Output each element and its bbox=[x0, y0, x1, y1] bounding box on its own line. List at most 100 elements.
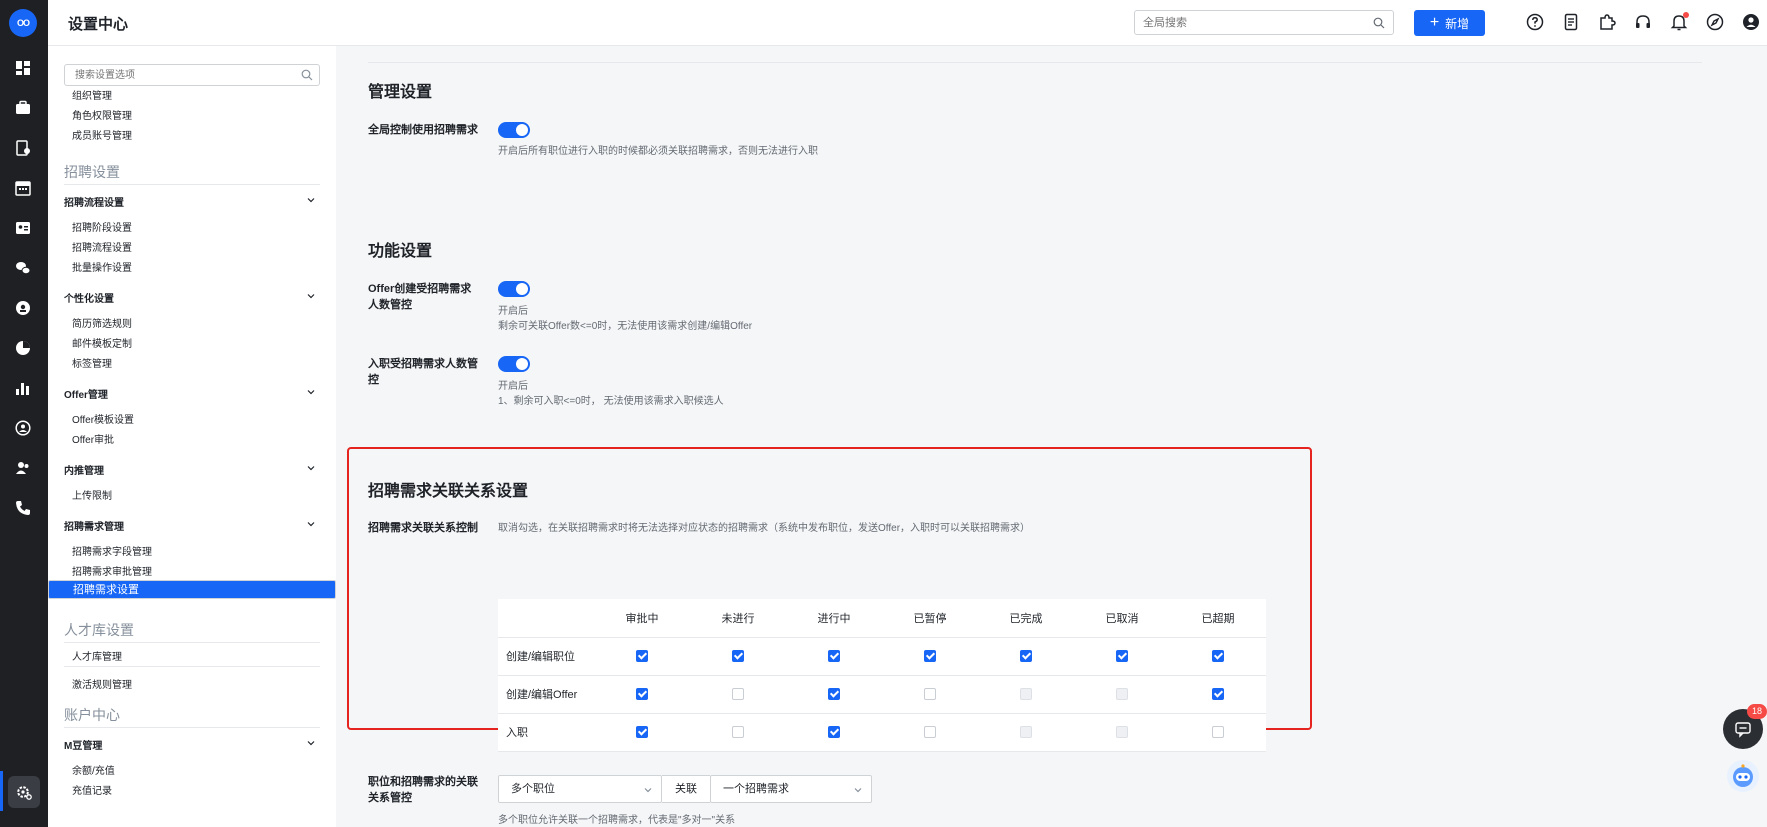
sidebar-item-tags[interactable]: 标签管理 bbox=[72, 355, 112, 370]
recruit-icon[interactable] bbox=[14, 299, 32, 317]
checkbox-checked[interactable] bbox=[1116, 650, 1128, 663]
plugin-icon[interactable] bbox=[1598, 13, 1616, 31]
checkbox-checked[interactable] bbox=[636, 688, 648, 701]
global-search[interactable] bbox=[1134, 10, 1394, 35]
sidebar-item-filter[interactable]: 简历筛选规则 bbox=[72, 315, 132, 330]
offer-control-toggle[interactable] bbox=[498, 281, 530, 297]
document-icon[interactable] bbox=[1562, 13, 1580, 31]
section-account: 账户中心 bbox=[64, 707, 120, 723]
checkbox-checked[interactable] bbox=[636, 726, 648, 739]
matrix-header-row: 审批中 未进行 进行中 已暂停 已完成 已取消 已超期 bbox=[498, 599, 1266, 638]
chevron-down-icon bbox=[307, 198, 315, 203]
checkbox-unchecked[interactable] bbox=[924, 726, 936, 739]
sidebar-item-org[interactable]: 组织管理 bbox=[72, 87, 112, 102]
checkbox-checked[interactable] bbox=[828, 688, 840, 701]
help-icon[interactable] bbox=[1526, 13, 1544, 31]
checkbox-unchecked[interactable] bbox=[732, 688, 744, 701]
phone-icon[interactable] bbox=[14, 499, 32, 517]
sidebar-item-activation[interactable]: 激活规则管理 bbox=[72, 676, 132, 691]
group-recruit-flow[interactable]: 招聘流程设置 bbox=[64, 194, 320, 209]
checkbox-checked[interactable] bbox=[1212, 688, 1224, 701]
new-button[interactable]: + 新增 bbox=[1414, 10, 1485, 36]
sidebar-item-recharge-log[interactable]: 充值记录 bbox=[72, 782, 112, 797]
matrix-cell bbox=[978, 713, 1074, 752]
group-mbean[interactable]: M豆管理 bbox=[64, 737, 320, 752]
sidebar-item-batch[interactable]: 批量操作设置 bbox=[72, 259, 132, 274]
checkbox-checked[interactable] bbox=[828, 650, 840, 663]
sidebar-item-balance[interactable]: 余额/充值 bbox=[72, 762, 115, 777]
sidebar-item-flow[interactable]: 招聘流程设置 bbox=[72, 239, 132, 254]
wechat-icon[interactable] bbox=[14, 259, 32, 277]
sidebar-item-upload-limit[interactable]: 上传限制 bbox=[72, 487, 112, 502]
column-header: 已超期 bbox=[1170, 599, 1266, 638]
dashboard-icon[interactable] bbox=[14, 59, 32, 77]
select-value: 一个招聘需求 bbox=[723, 783, 789, 795]
position-count-select[interactable]: 多个职位 bbox=[498, 775, 662, 803]
hire-control-toggle[interactable] bbox=[498, 356, 530, 372]
row-label: 创建/编辑Offer bbox=[498, 675, 594, 714]
link-control-desc: 多个职位允许关联一个招聘需求，代表是"多对一"关系 bbox=[498, 815, 736, 826]
settings-icon[interactable] bbox=[15, 783, 33, 801]
user-icon[interactable] bbox=[1742, 13, 1760, 31]
group-referral[interactable]: 内推管理 bbox=[64, 462, 320, 477]
checkbox-unchecked[interactable] bbox=[732, 726, 744, 739]
group-offer[interactable]: Offer管理 bbox=[64, 386, 320, 401]
chevron-down-icon bbox=[307, 390, 315, 395]
notification-icon[interactable] bbox=[1670, 12, 1689, 31]
pie-chart-icon[interactable] bbox=[14, 339, 32, 357]
sidebar-item-offer-template[interactable]: Offer模板设置 bbox=[72, 411, 134, 426]
assistant-bot[interactable] bbox=[1727, 760, 1759, 792]
checkbox-unchecked[interactable] bbox=[924, 688, 936, 701]
icon-rail: OO bbox=[0, 0, 48, 827]
briefcase-icon[interactable] bbox=[14, 99, 32, 117]
section-divider bbox=[64, 184, 320, 185]
checkbox-checked[interactable] bbox=[1212, 650, 1224, 663]
resume-icon[interactable] bbox=[14, 139, 32, 157]
sidebar-item-roles[interactable]: 角色权限管理 bbox=[72, 107, 132, 122]
compass-icon[interactable] bbox=[1706, 13, 1724, 31]
relation-control-label: 招聘需求关联关系控制 bbox=[368, 522, 478, 534]
chat-badge: 18 bbox=[1747, 704, 1767, 719]
group-personalize[interactable]: 个性化设置 bbox=[64, 290, 320, 305]
checkbox-checked[interactable] bbox=[636, 650, 648, 663]
global-search-input[interactable] bbox=[1135, 11, 1355, 34]
search-icon[interactable] bbox=[1373, 17, 1385, 29]
group-label: 内推管理 bbox=[64, 466, 104, 477]
sidebar-search-input[interactable] bbox=[65, 65, 285, 85]
hire-control-desc-1: 开启后 bbox=[498, 381, 528, 392]
sidebar-item-demand-fields[interactable]: 招聘需求字段管理 bbox=[72, 543, 152, 558]
app-logo[interactable]: OO bbox=[9, 9, 37, 37]
chat-button[interactable]: 18 bbox=[1723, 704, 1767, 749]
matrix-cell bbox=[882, 713, 978, 752]
headset-icon[interactable] bbox=[1634, 13, 1652, 31]
demand-count-select[interactable]: 一个招聘需求 bbox=[710, 775, 872, 803]
person-circle-icon[interactable] bbox=[14, 419, 32, 437]
group-demand[interactable]: 招聘需求管理 bbox=[64, 518, 320, 533]
group-label: 招聘流程设置 bbox=[64, 198, 124, 209]
sidebar-item-mail[interactable]: 邮件模板定制 bbox=[72, 335, 132, 350]
calendar-icon[interactable] bbox=[14, 179, 32, 197]
row-label: 入职 bbox=[498, 713, 594, 752]
users-icon[interactable] bbox=[14, 459, 32, 477]
sidebar-search[interactable] bbox=[64, 64, 320, 86]
search-icon[interactable] bbox=[301, 69, 313, 81]
checkbox-checked[interactable] bbox=[1020, 650, 1032, 663]
column-header: 已取消 bbox=[1074, 599, 1170, 638]
sidebar-item-members[interactable]: 成员账号管理 bbox=[72, 127, 132, 142]
global-control-toggle[interactable] bbox=[498, 122, 530, 138]
checkbox-checked[interactable] bbox=[924, 650, 936, 663]
sidebar-item-stage[interactable]: 招聘阶段设置 bbox=[72, 219, 132, 234]
sidebar-item-demand-settings[interactable]: 招聘需求设置 bbox=[48, 580, 336, 599]
checkbox-unchecked[interactable] bbox=[1212, 726, 1224, 739]
bar-chart-icon[interactable] bbox=[14, 379, 32, 397]
id-card-icon[interactable] bbox=[14, 219, 32, 237]
matrix-cell bbox=[786, 675, 882, 714]
matrix-cell bbox=[978, 675, 1074, 714]
sidebar-item-offer-approval[interactable]: Offer审批 bbox=[72, 431, 114, 446]
column-header: 已暂停 bbox=[882, 599, 978, 638]
checkbox-checked[interactable] bbox=[828, 726, 840, 739]
sidebar-item-demand-approval[interactable]: 招聘需求审批管理 bbox=[72, 563, 152, 578]
checkbox-checked[interactable] bbox=[732, 650, 744, 663]
matrix-cell bbox=[594, 637, 690, 676]
sidebar-item-talent-pool[interactable]: 人才库管理 bbox=[72, 648, 122, 663]
